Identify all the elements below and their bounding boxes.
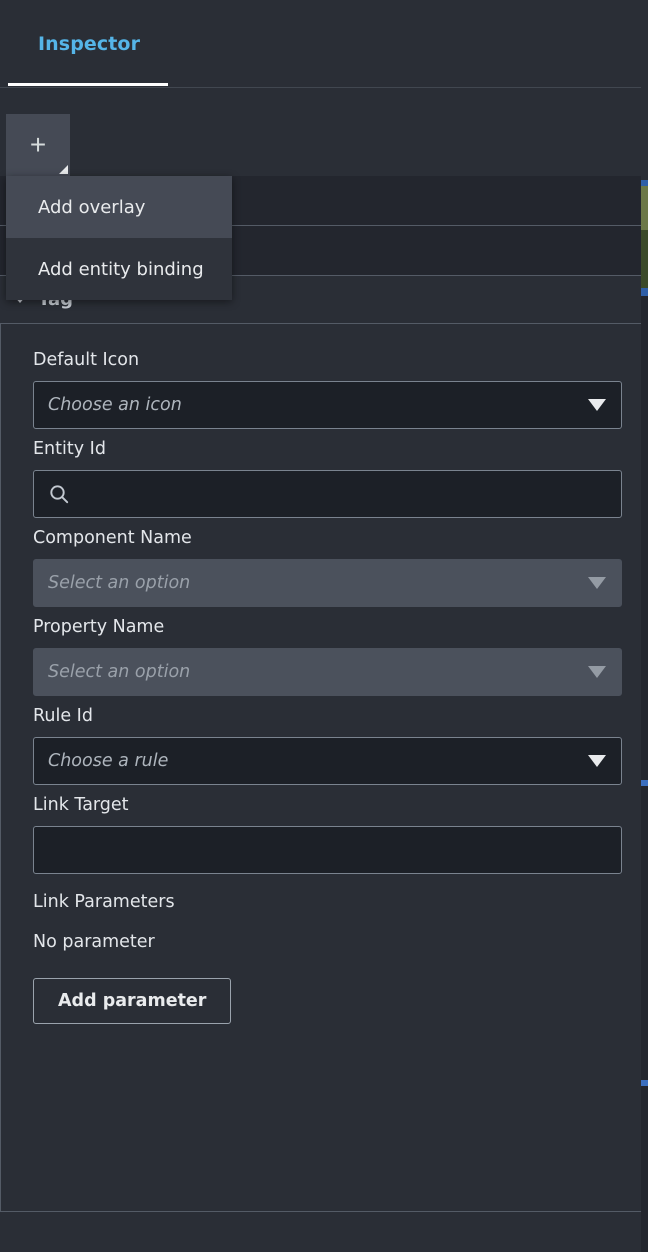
chevron-down-icon — [588, 755, 606, 767]
field-component-name: Component Name Select an option — [33, 528, 622, 607]
field-label-component-name: Component Name — [33, 528, 192, 548]
toolbar-row: + — [0, 88, 641, 176]
field-entity-id: Entity Id — [33, 439, 622, 518]
field-property-name: Property Name Select an option — [33, 617, 622, 696]
tag-form: Default Icon Choose an icon Entity Id Co… — [0, 324, 641, 1211]
chevron-down-icon — [588, 577, 606, 589]
inspector-panel-screen: Inspector + Tag Default Icon Choose — [0, 0, 648, 1252]
chevron-down-icon — [588, 399, 606, 411]
no-parameter-text: No parameter — [33, 932, 155, 952]
field-label-link-target: Link Target — [33, 795, 129, 815]
search-icon — [48, 483, 70, 505]
plus-icon: + — [29, 129, 47, 160]
tab-active-indicator — [8, 83, 168, 86]
property-name-select[interactable]: Select an option — [33, 648, 622, 696]
default-icon-placeholder: Choose an icon — [48, 395, 182, 415]
menu-item-add-entity-binding[interactable]: Add entity binding — [6, 238, 232, 300]
chevron-down-icon — [588, 666, 606, 678]
default-icon-select[interactable]: Choose an icon — [33, 381, 622, 429]
field-label-default-icon: Default Icon — [33, 350, 140, 370]
entity-id-input[interactable] — [33, 470, 622, 518]
component-name-placeholder: Select an option — [48, 573, 191, 593]
rule-id-select[interactable]: Choose a rule — [33, 737, 622, 785]
tab-inspector-label: Inspector — [38, 33, 141, 55]
field-label-entity-id: Entity Id — [33, 439, 106, 459]
menu-item-add-overlay[interactable]: Add overlay — [6, 176, 232, 238]
scene-viewport-sliver — [640, 0, 648, 1252]
rule-id-placeholder: Choose a rule — [48, 751, 169, 771]
field-label-rule-id: Rule Id — [33, 706, 93, 726]
component-name-select[interactable]: Select an option — [33, 559, 622, 607]
field-label-property-name: Property Name — [33, 617, 165, 637]
tab-inspector[interactable]: Inspector — [8, 0, 170, 88]
field-rule-id: Rule Id Choose a rule — [33, 706, 622, 785]
field-link-target: Link Target — [33, 795, 622, 874]
panel-footer — [0, 1211, 641, 1252]
add-parameter-button[interactable]: Add parameter — [33, 978, 232, 1024]
menu-corner-caret-icon — [59, 165, 68, 174]
link-parameters-label: Link Parameters — [33, 892, 175, 912]
add-menu: Add overlay Add entity binding — [6, 176, 232, 300]
tab-bar: Inspector — [0, 0, 641, 88]
inspector-panel: Inspector + Tag Default Icon Choose — [0, 0, 641, 1252]
field-default-icon: Default Icon Choose an icon — [33, 350, 622, 429]
add-button[interactable]: + — [6, 114, 70, 176]
link-target-input[interactable] — [33, 826, 622, 874]
property-name-placeholder: Select an option — [48, 662, 191, 682]
